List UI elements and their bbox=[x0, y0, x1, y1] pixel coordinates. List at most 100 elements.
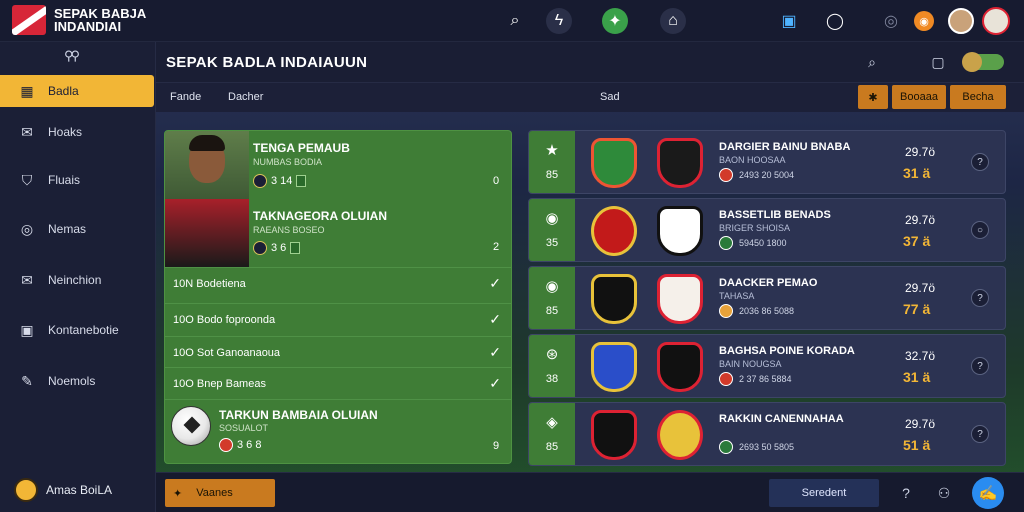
info-icon[interactable]: ? bbox=[971, 289, 989, 307]
users-icon[interactable]: ⚇ bbox=[932, 481, 956, 505]
brand[interactable]: SEPAK BABJA INDANDIAI bbox=[12, 5, 146, 35]
home-crest-icon bbox=[591, 274, 637, 324]
club-mini-icon bbox=[719, 236, 733, 250]
chat-icon[interactable]: ◯ bbox=[822, 8, 848, 34]
action-fab-icon[interactable]: ✍ bbox=[972, 477, 1004, 509]
avatar[interactable] bbox=[948, 8, 974, 34]
sidebar-item-kontanebotie[interactable]: ▣ Kontanebotie bbox=[0, 314, 154, 346]
sidebar-search-icon[interactable]: ⚲⚲ bbox=[64, 48, 80, 64]
match-sub: TAHASA bbox=[719, 291, 755, 301]
coin-icon[interactable]: ◉ bbox=[914, 11, 934, 31]
sidebar-footer[interactable]: Amas BoiLA bbox=[14, 478, 112, 502]
list-item[interactable]: 10N Bodetiena ✓ bbox=[165, 267, 511, 299]
player-card-name: TARKUN BAMBAIA OLUIAN bbox=[219, 408, 378, 422]
match-score: 37 ä bbox=[903, 233, 931, 249]
sidebar-item-label: Badla bbox=[48, 84, 79, 98]
info-icon[interactable]: ? bbox=[971, 357, 989, 375]
match-odds: 29.7ö bbox=[905, 213, 936, 227]
search-icon[interactable]: ⌕ bbox=[502, 8, 528, 34]
player-card-stat: 3 14 bbox=[253, 174, 307, 188]
figure-icon: ✦ bbox=[173, 487, 183, 500]
help-icon[interactable]: ? bbox=[894, 481, 918, 505]
star-icon: ★ bbox=[545, 142, 559, 159]
player-hair bbox=[189, 135, 225, 151]
tab-fande[interactable]: Fande bbox=[170, 91, 201, 103]
row-label: Sot Ganoanaoua bbox=[196, 346, 281, 359]
home-crest-icon bbox=[591, 138, 637, 188]
top-bar: SEPAK BABJA INDANDIAI ⌕ ϟ ✦ ⌂ ▣ ◯ ◎ ◉ bbox=[0, 0, 1024, 42]
sidebar-item-noemols[interactable]: ✎ Noemols bbox=[0, 365, 154, 397]
image-icon: ▣ bbox=[20, 321, 34, 338]
lightning-icon[interactable]: ϟ bbox=[546, 8, 572, 34]
mail-icon: ✉ bbox=[21, 271, 33, 288]
player-card-num: 2 bbox=[493, 241, 500, 253]
booaaa-button[interactable]: Booaaa bbox=[892, 85, 946, 109]
away-crest-icon bbox=[657, 342, 703, 392]
match-row[interactable]: ⊛ 38 BAGHSA POINE KORADA BAIN NOUGSA 2 3… bbox=[528, 334, 1006, 398]
brand-title-line2: INDANDIAI bbox=[54, 19, 122, 34]
becha-button[interactable]: Becha bbox=[950, 85, 1006, 109]
info-icon[interactable]: ? bbox=[971, 153, 989, 171]
info-icon[interactable]: ? bbox=[971, 425, 989, 443]
vaanes-button-label: Vaanes bbox=[196, 487, 233, 499]
badge-icon bbox=[253, 174, 267, 188]
phone-icon[interactable]: ▣ bbox=[776, 8, 802, 34]
match-odds: 29.7ö bbox=[905, 281, 936, 295]
match-sub: BAON HOOSAA bbox=[719, 155, 786, 165]
match-meta: 59450 1800 bbox=[719, 236, 787, 250]
settings-icon[interactable]: ◎ bbox=[878, 8, 904, 34]
player-card-sub: NUMBAS BODIA bbox=[253, 157, 323, 167]
soccer-icon[interactable]: ✦ bbox=[602, 8, 628, 34]
match-row[interactable]: ★ 85 DARGIER BAINU BNABA BAON HOOSAA 249… bbox=[528, 130, 1006, 194]
player-card[interactable]: TARKUN BAMBAIA OLUIAN SOSUALOT 3 6 8 9 bbox=[165, 399, 511, 463]
player-card-stat: 3 6 bbox=[253, 241, 301, 255]
match-meta: 2 37 86 5884 bbox=[719, 372, 792, 386]
info-icon[interactable]: ○ bbox=[971, 221, 989, 239]
home-crest-icon bbox=[591, 410, 637, 460]
search-icon[interactable]: ⌕ bbox=[862, 52, 882, 72]
ball-icon: ◉ bbox=[545, 210, 559, 227]
match-score: 31 ä bbox=[903, 369, 931, 385]
tab-dacher[interactable]: Dacher bbox=[228, 91, 263, 103]
sidebar-item-neinchion[interactable]: ✉ Neinchion bbox=[0, 264, 154, 296]
match-row[interactable]: ◈ 85 RAKKIN CANENNAHAA 2693 50 5805 29.7… bbox=[528, 402, 1006, 466]
club-mini-icon bbox=[719, 304, 733, 318]
list-item[interactable]: 10O Bodo foproonda ✓ bbox=[165, 303, 511, 335]
club-avatar[interactable] bbox=[982, 7, 1010, 35]
row-time: 10O bbox=[173, 377, 194, 390]
player-card-num: 0 bbox=[493, 175, 500, 187]
match-meta: 2493 20 5004 bbox=[719, 168, 794, 182]
match-row[interactable]: ◉ 85 DAACKER PEMAO TAHASA 2036 86 5088 2… bbox=[528, 266, 1006, 330]
window-icon[interactable]: ▢ bbox=[928, 52, 948, 72]
theme-toggle[interactable] bbox=[962, 52, 1004, 72]
sidebar-item-nemas[interactable]: ◎ Nemas bbox=[0, 213, 154, 245]
match-odds: 29.7ö bbox=[905, 417, 936, 431]
sidebar-item-label: Neinchion bbox=[48, 273, 102, 287]
filter-button[interactable]: ✱ bbox=[858, 85, 888, 109]
check-icon: ✓ bbox=[489, 275, 501, 291]
match-meta: 2036 86 5088 bbox=[719, 304, 794, 318]
away-crest-icon bbox=[657, 410, 703, 460]
selection-dropdown[interactable]: Seredent bbox=[769, 479, 879, 507]
list-item[interactable]: 10O Sot Ganoanaoua ✓ bbox=[165, 336, 511, 368]
club-logo-icon bbox=[14, 478, 38, 502]
tab-sad[interactable]: Sad bbox=[600, 91, 620, 103]
sidebar: ⚲⚲ ▦ Badla ✉ Hoaks ⛉ Fluais ◎ Nemas ✉ Ne… bbox=[0, 42, 156, 512]
club-mini-icon bbox=[719, 168, 733, 182]
sidebar-item-hoaks[interactable]: ✉ Hoaks bbox=[0, 116, 154, 148]
player-card-num: 9 bbox=[493, 440, 500, 452]
sidebar-item-fluais[interactable]: ⛉ Fluais bbox=[0, 164, 154, 196]
match-row[interactable]: ◉ 35 BASSETLIB BENADS BRIGER SHOISA 5945… bbox=[528, 198, 1006, 262]
sidebar-item-badla[interactable]: ▦ Badla bbox=[0, 75, 154, 107]
player-card-stat: 3 6 8 bbox=[219, 438, 261, 452]
away-crest-icon bbox=[657, 274, 703, 324]
row-label: Bnep Bameas bbox=[196, 377, 266, 390]
match-odds: 29.7ö bbox=[905, 145, 936, 159]
badge-icon bbox=[253, 241, 267, 255]
list-item[interactable]: 10O Bnep Bameas ✓ bbox=[165, 367, 511, 399]
vaanes-button[interactable]: ✦ Vaanes bbox=[165, 479, 275, 507]
home-icon[interactable]: ⌂ bbox=[660, 8, 686, 34]
player-card-stat-value: 3 6 8 bbox=[237, 439, 262, 451]
match-meta: 2693 50 5805 bbox=[719, 440, 794, 454]
match-score: 77 ä bbox=[903, 301, 931, 317]
